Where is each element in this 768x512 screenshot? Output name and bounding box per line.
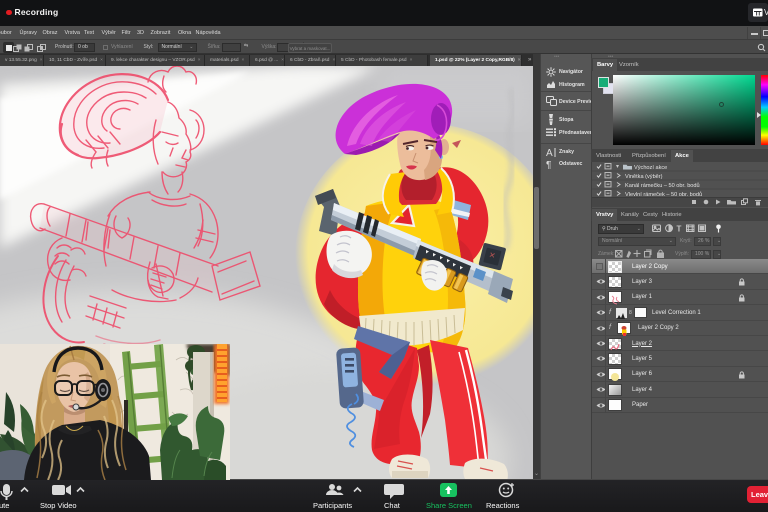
svg-text:Share Screen: Share Screen bbox=[426, 501, 472, 510]
svg-text:T: T bbox=[677, 225, 682, 234]
svg-text:Kanál rámečku – 50 obr. bodů: Kanál rámečku – 50 obr. bodů bbox=[625, 182, 700, 189]
svg-text:Participants: Participants bbox=[313, 501, 352, 510]
svg-text:Výchozí akce: Výchozí akce bbox=[634, 165, 667, 171]
svg-text:Chat: Chat bbox=[384, 501, 401, 510]
svg-text:A: A bbox=[546, 148, 553, 157]
svg-text:¶: ¶ bbox=[546, 160, 551, 169]
svg-text:Stop Video: Stop Video bbox=[40, 501, 77, 510]
svg-text:Vinětka (výběr): Vinětka (výběr) bbox=[625, 174, 663, 180]
svg-text:Reactions: Reactions bbox=[486, 501, 520, 510]
svg-text:ute: ute bbox=[0, 501, 9, 510]
